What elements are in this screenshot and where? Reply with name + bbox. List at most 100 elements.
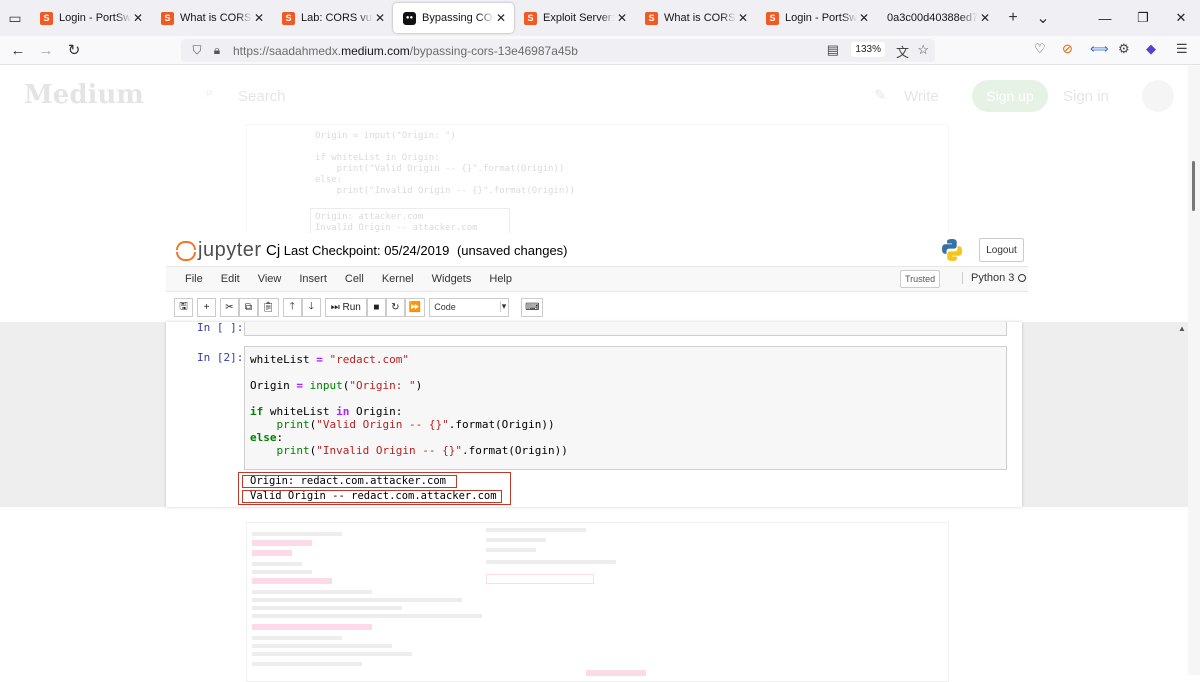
- faded-lower-border: [246, 522, 949, 682]
- faded-line: [252, 606, 402, 610]
- search-icon[interactable]: ⌕: [205, 84, 213, 101]
- tab-title: Lab: CORS vulnerability: [301, 12, 373, 24]
- tab-title: 0a3c00d40388ed7b80: [887, 12, 978, 24]
- reload-icon[interactable]: ↻: [60, 36, 88, 64]
- translate-icon[interactable]: 文: [896, 42, 909, 61]
- prompt-cell-2: In [2]:: [197, 351, 244, 364]
- portswigger-icon: S: [524, 11, 537, 25]
- scrollbar-thumb[interactable]: [1192, 161, 1195, 211]
- browser-tab[interactable]: 0a3c00d40388ed7b80✕: [877, 3, 998, 33]
- logout-button[interactable]: Logout: [979, 238, 1024, 262]
- close-tab-icon[interactable]: ✕: [978, 11, 992, 25]
- close-tab-icon[interactable]: ✕: [857, 11, 871, 25]
- paste-icon[interactable]: 📋︎: [258, 297, 279, 317]
- restore-icon[interactable]: ❐: [1124, 0, 1162, 36]
- cell-type-select[interactable]: Code: [429, 297, 510, 317]
- zoom-level[interactable]: 133%: [851, 42, 885, 57]
- faded-line: [252, 652, 412, 656]
- python-logo-icon: [942, 239, 962, 261]
- save-icon[interactable]: 🖫: [174, 297, 193, 317]
- reader-view-icon[interactable]: ▤: [827, 42, 839, 58]
- jupyter-toolbar: 🖫 + ✂ ⧉ 📋︎ 🡑 🡓 ⏭ Run ■ ↻ ⏩ Code ▾ ⌨: [166, 295, 1028, 319]
- notification-extension-icon[interactable]: ◆: [1146, 41, 1156, 57]
- jupyter-menu-cell[interactable]: Cell: [336, 273, 373, 285]
- browser-tab[interactable]: S Login - PortSwigger✕: [756, 3, 877, 33]
- extensions-icon[interactable]: ⚙: [1118, 41, 1130, 57]
- faded-output-highlight: [486, 574, 594, 584]
- url-text[interactable]: https://saadahmedx.medium.com/bypassing-…: [233, 44, 578, 58]
- avatar[interactable]: [1142, 80, 1174, 112]
- empty-code-cell[interactable]: [244, 322, 1007, 336]
- sign-up-button[interactable]: Sign up: [972, 80, 1048, 112]
- browser-tab[interactable]: S Exploit Server: CORS✕: [514, 3, 635, 33]
- close-tab-icon[interactable]: ✕: [131, 11, 145, 25]
- close-window-icon[interactable]: ✕: [1162, 0, 1200, 36]
- jupyter-menu-edit[interactable]: Edit: [212, 273, 249, 285]
- jupyter-menu-kernel[interactable]: Kernel: [373, 273, 423, 285]
- url-bar[interactable]: ⛉ 🔒︎ https://saadahmedx.medium.com/bypas…: [181, 39, 935, 62]
- browser-tab[interactable]: S What is CORS (cross-origin✕: [635, 3, 756, 33]
- translator-extension-icon[interactable]: ⟺: [1090, 41, 1109, 57]
- page-scrollbar[interactable]: [1188, 66, 1200, 675]
- tabs-container: SLogin - PortSwigger✕SWhat is CORS (cros…: [30, 3, 998, 33]
- url-prefix: https://saadahmedx.: [233, 43, 342, 58]
- kernel-indicator[interactable]: Python 3: [962, 272, 1027, 284]
- move-down-icon[interactable]: 🡓: [301, 297, 321, 317]
- medium-header: Medium ⌕ Search ✎ Write Sign up Sign in: [0, 66, 1188, 126]
- medium-logo[interactable]: Medium: [24, 80, 144, 110]
- write-link[interactable]: Write: [904, 88, 939, 105]
- keyboard-icon[interactable]: ⌨: [521, 297, 544, 317]
- bookmark-star-icon[interactable]: ☆: [917, 42, 929, 58]
- cut-icon[interactable]: ✂: [220, 297, 239, 317]
- tab-list-icon[interactable]: ▭: [0, 0, 30, 36]
- browser-tab[interactable]: ●● Bypassing CORS. If✕: [393, 3, 514, 33]
- trusted-badge[interactable]: Trusted: [900, 270, 941, 288]
- jupyter-menu-help[interactable]: Help: [480, 273, 521, 285]
- scroll-up-icon[interactable]: ▲: [1176, 324, 1188, 336]
- browser-tab[interactable]: S Login - PortSwigger✕: [30, 3, 151, 33]
- lock-icon[interactable]: 🔒︎: [207, 43, 227, 58]
- close-tab-icon[interactable]: ✕: [494, 11, 508, 25]
- chevron-down-icon[interactable]: ⌄: [1028, 8, 1058, 28]
- code-cell-2[interactable]: whiteList = "redact.com" Origin = input(…: [244, 346, 1007, 470]
- insert-cell-icon[interactable]: +: [197, 297, 216, 317]
- faded-line: [252, 636, 342, 640]
- close-tab-icon[interactable]: ✕: [252, 11, 266, 25]
- close-tab-icon[interactable]: ✕: [736, 11, 750, 25]
- shield-icon[interactable]: ⛉: [187, 43, 207, 58]
- medium-page: Medium ⌕ Search ✎ Write Sign up Sign in …: [0, 66, 1188, 682]
- jupyter-menu-insert[interactable]: Insert: [290, 273, 336, 285]
- close-tab-icon[interactable]: ✕: [373, 11, 387, 25]
- jupyter-screenshot: jupyter Cj Last Checkpoint: 05/24/2019 (…: [0, 233, 1188, 507]
- url-path: /bypassing-cors-13e46987a45b: [409, 43, 578, 58]
- close-tab-icon[interactable]: ✕: [615, 11, 629, 25]
- faded-line: [252, 590, 372, 594]
- jupyter-menu-view[interactable]: View: [249, 273, 291, 285]
- jupyter-menu-file[interactable]: File: [176, 273, 212, 285]
- browser-tab[interactable]: S Lab: CORS vulnerability✕: [272, 3, 393, 33]
- forward-arrow-icon[interactable]: →: [32, 36, 60, 64]
- write-icon[interactable]: ✎: [874, 86, 887, 104]
- run-icon: ⏭: [330, 301, 340, 313]
- menu-icon[interactable]: ☰: [1176, 41, 1188, 57]
- sign-in-link[interactable]: Sign in: [1063, 88, 1109, 105]
- jupyter-menu-widgets[interactable]: Widgets: [423, 273, 481, 285]
- run-button[interactable]: ⏭ Run: [324, 297, 367, 317]
- fast-forward-icon[interactable]: ⏩: [404, 297, 426, 317]
- copy-icon[interactable]: ⧉: [239, 297, 258, 317]
- search-placeholder[interactable]: Search: [238, 88, 286, 105]
- new-tab-icon[interactable]: +: [998, 9, 1028, 27]
- minimize-icon[interactable]: —: [1086, 0, 1124, 36]
- browser-tab[interactable]: S What is CORS (cross-origin✕: [151, 3, 272, 33]
- extension-blocker-icon[interactable]: ⊘: [1062, 41, 1073, 57]
- tab-title: Exploit Server: CORS: [543, 12, 615, 24]
- stop-icon[interactable]: ■: [366, 297, 386, 317]
- move-up-icon[interactable]: 🡑: [282, 297, 302, 317]
- pocket-icon[interactable]: ♡: [1034, 41, 1046, 57]
- restart-icon[interactable]: ↻: [385, 297, 405, 317]
- back-arrow-icon[interactable]: ←: [4, 36, 32, 64]
- output-line-1: Origin: redact.com.attacker.com: [242, 475, 457, 488]
- output-line-2: Valid Origin -- redact.com.attacker.com: [242, 490, 502, 503]
- tab-strip: ▭ SLogin - PortSwigger✕SWhat is CORS (cr…: [0, 0, 1200, 36]
- tab-title: Bypassing CORS. If: [422, 12, 494, 24]
